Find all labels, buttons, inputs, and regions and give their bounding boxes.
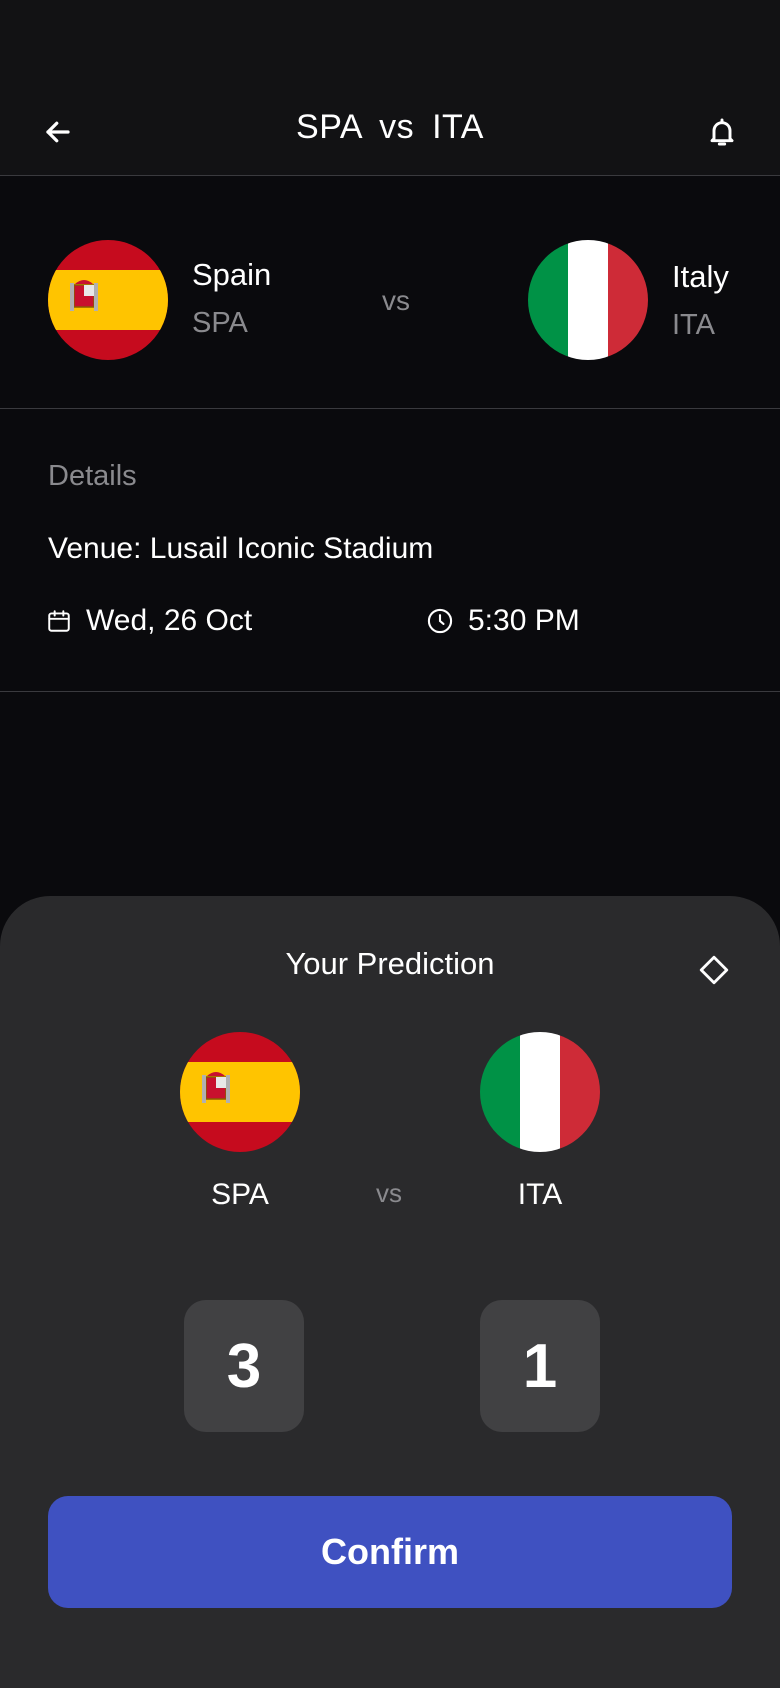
edit-prediction-button[interactable]: [692, 948, 736, 992]
notifications-button[interactable]: [700, 110, 744, 154]
clock-icon: [427, 608, 453, 634]
match-details: Details Venue: Lusail Iconic Stadium Wed…: [0, 410, 780, 692]
home-team-code: SPA: [192, 307, 248, 339]
vs-label: vs: [382, 285, 410, 316]
away-team-code: ITA: [672, 309, 715, 341]
prediction-sheet: Your Prediction SPA vs ITA 3 1 Confirm: [0, 896, 780, 1688]
confirm-button[interactable]: Confirm: [48, 1496, 732, 1608]
venue-text: Venue: Lusail Iconic Stadium: [48, 532, 434, 565]
home-score-input[interactable]: 3: [184, 1300, 304, 1432]
prediction-title: Your Prediction: [285, 946, 495, 981]
date-info: Wed, 26 Oct: [46, 604, 252, 638]
prediction-home-code: SPA: [211, 1178, 269, 1211]
italy-flag-icon: [528, 240, 648, 360]
prediction-spain-flag-icon: [180, 1032, 300, 1152]
details-heading: Details: [48, 460, 137, 492]
time-info: 5:30 PM: [426, 604, 580, 638]
bell-icon: [710, 118, 734, 146]
match-date: Wed, 26 Oct: [86, 604, 253, 637]
spain-flag-icon: [48, 240, 168, 360]
diamond-icon: [699, 955, 729, 985]
prediction-vs-label: vs: [376, 1178, 402, 1208]
match-header: Spain SPA vs Italy ITA: [0, 177, 780, 409]
calendar-icon: [48, 610, 70, 632]
top-app-bar: SPA vs ITA: [0, 0, 780, 176]
prediction-away-code: ITA: [517, 1178, 563, 1211]
home-team-name: Spain: [192, 257, 272, 292]
prediction-italy-flag-icon: [480, 1032, 600, 1152]
away-team-name: Italy: [672, 259, 729, 294]
match-time: 5:30 PM: [468, 604, 580, 637]
page-title: SPA vs ITA: [296, 108, 484, 146]
away-score-input[interactable]: 1: [480, 1300, 600, 1432]
